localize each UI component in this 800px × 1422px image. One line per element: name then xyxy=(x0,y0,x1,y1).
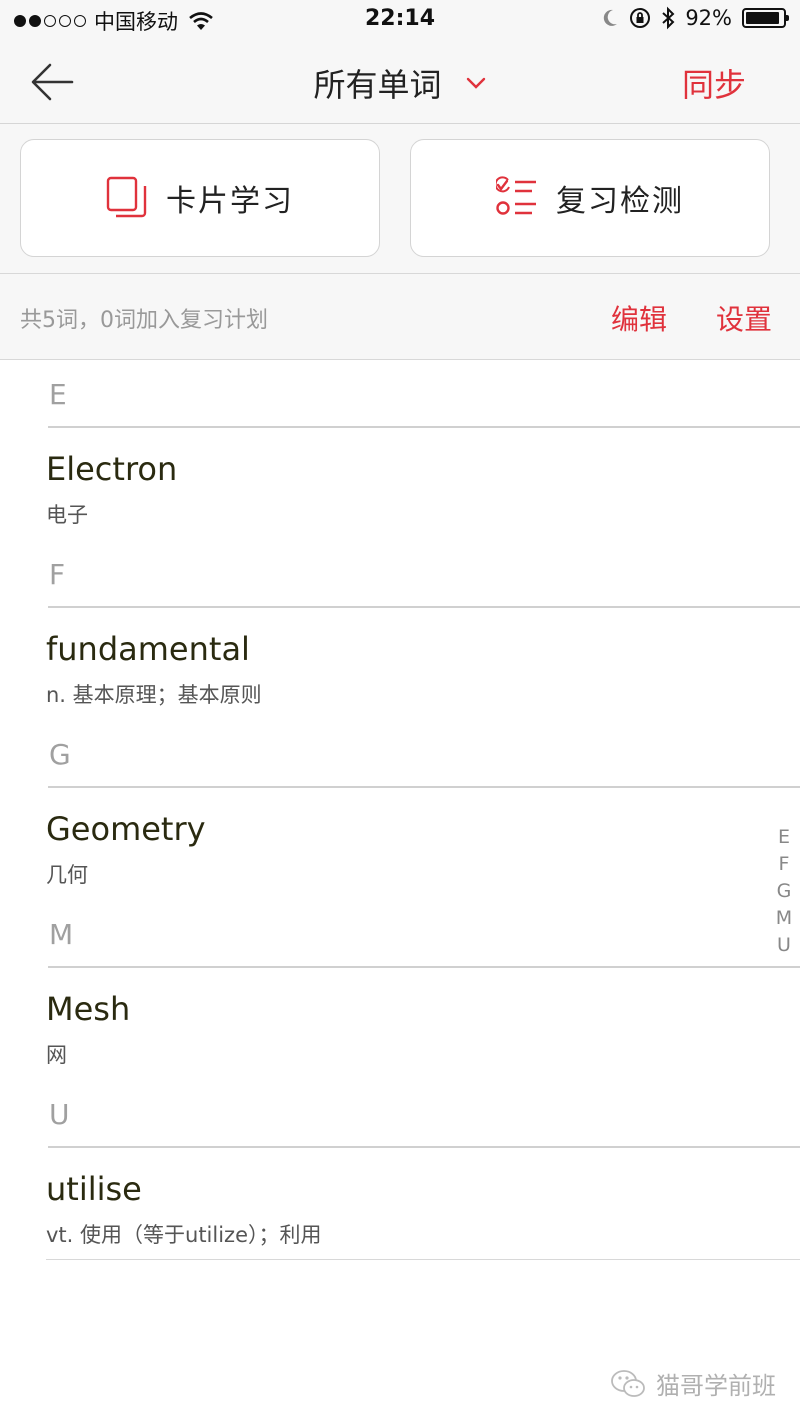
alphabet-index[interactable]: E F G M U xyxy=(774,824,794,959)
review-test-button[interactable]: 复习检测 xyxy=(410,139,770,257)
wechat-icon xyxy=(611,1369,645,1397)
index-letter-g[interactable]: G xyxy=(777,878,792,905)
watermark-text: 猫哥学前班 xyxy=(656,1372,776,1400)
watermark: 猫哥学前班 xyxy=(610,1366,776,1401)
section-letter: F xyxy=(49,558,66,591)
title-dropdown[interactable]: 所有单词 xyxy=(0,60,800,106)
word-text: Mesh xyxy=(46,990,131,1028)
orientation-lock-icon xyxy=(630,8,651,28)
sync-button[interactable]: 同步 xyxy=(682,60,746,106)
section-letter: E xyxy=(49,378,67,411)
status-bar: 中国移动 22:14 92% xyxy=(0,0,800,42)
index-letter-f[interactable]: F xyxy=(779,851,790,878)
section-header: E xyxy=(48,360,800,428)
card-study-button[interactable]: 卡片学习 xyxy=(20,139,380,257)
card-study-label: 卡片学习 xyxy=(166,184,294,219)
page-title: 所有单词 xyxy=(313,66,442,104)
checklist-icon xyxy=(496,176,536,215)
word-text: fundamental xyxy=(46,630,250,668)
section-letter: M xyxy=(49,918,74,951)
battery-fill xyxy=(746,12,780,24)
moon-icon xyxy=(604,9,618,26)
cards-icon xyxy=(106,176,147,218)
review-test-label: 复习检测 xyxy=(556,184,684,219)
word-text: Geometry xyxy=(46,810,206,848)
info-bar: 共5词，0词加入复习计划 编辑 设置 xyxy=(0,274,800,360)
word-definition: 网 xyxy=(46,1043,67,1067)
chevron-down-icon xyxy=(466,77,485,89)
list-item[interactable]: Electron 电子 xyxy=(46,428,800,540)
settings-button[interactable]: 设置 xyxy=(716,298,772,338)
list-item[interactable]: Mesh 网 xyxy=(46,968,800,1080)
section-header: F xyxy=(48,540,800,608)
index-letter-m[interactable]: M xyxy=(776,905,792,932)
word-text: utilise xyxy=(46,1170,142,1208)
section-letter: G xyxy=(49,738,71,771)
word-definition: 几何 xyxy=(46,863,88,887)
navigation-bar: 所有单词 同步 xyxy=(0,42,800,124)
word-definition: 电子 xyxy=(46,503,88,527)
index-letter-e[interactable]: E xyxy=(778,824,790,851)
edit-button[interactable]: 编辑 xyxy=(611,298,667,338)
study-mode-area: 卡片学习 复习检测 xyxy=(0,124,800,274)
bluetooth-icon xyxy=(662,6,675,30)
word-count-summary: 共5词，0词加入复习计划 xyxy=(20,308,268,333)
battery-percent: 92% xyxy=(685,6,732,30)
word-definition: n. 基本原理；基本原则 xyxy=(46,683,262,707)
status-right: 92% xyxy=(601,6,789,30)
section-letter: U xyxy=(49,1098,70,1131)
list-item[interactable]: fundamental n. 基本原理；基本原则 xyxy=(46,608,800,720)
index-letter-u[interactable]: U xyxy=(777,932,791,959)
list-item[interactable]: utilise vt. 使用（等于utilize）；利用 xyxy=(46,1148,800,1260)
section-header: M xyxy=(48,900,800,968)
section-header: G xyxy=(48,720,800,788)
word-text: Electron xyxy=(46,450,178,488)
battery-icon xyxy=(742,8,789,28)
list-item[interactable]: Geometry 几何 xyxy=(46,788,800,900)
section-header: U xyxy=(48,1080,800,1148)
word-definition: vt. 使用（等于utilize）；利用 xyxy=(46,1223,322,1247)
word-list: E Electron 电子 F fundamental n. 基本原理；基本原则… xyxy=(0,360,800,1260)
